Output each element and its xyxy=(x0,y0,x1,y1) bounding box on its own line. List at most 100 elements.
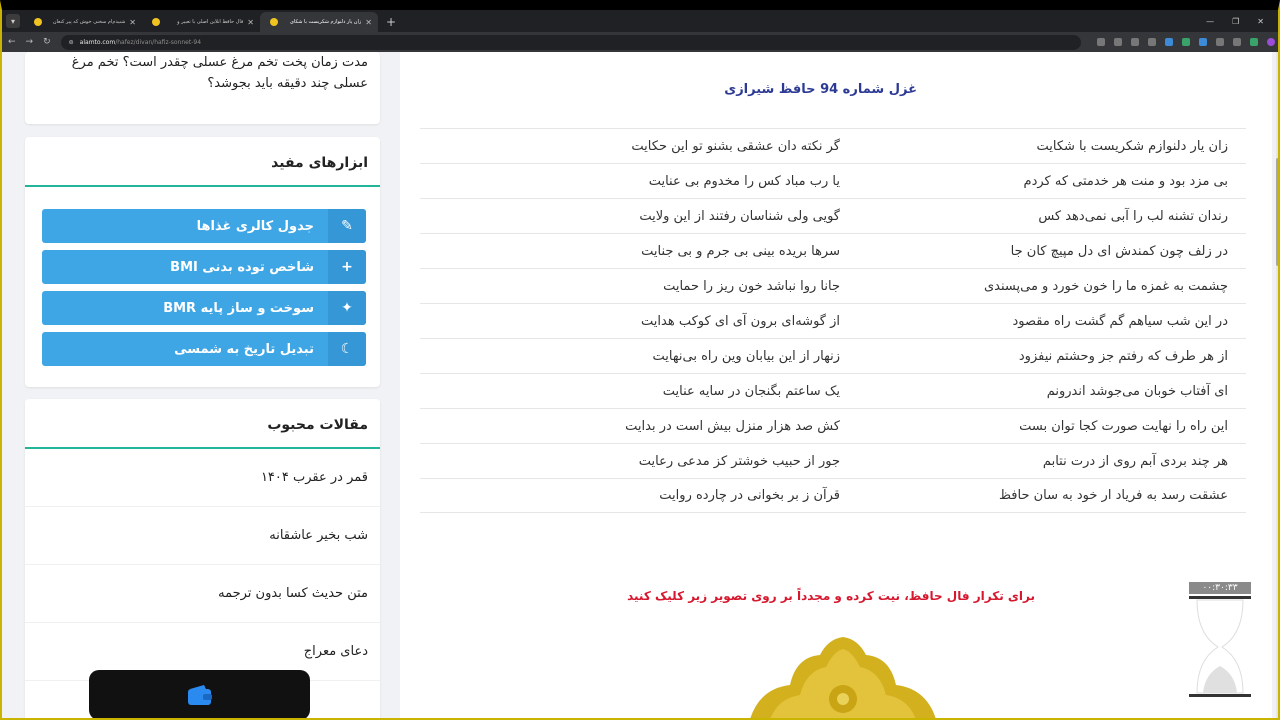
bookmark-star-icon[interactable] xyxy=(1130,38,1139,46)
poem-title: غزل شماره 94 حافظ شیرازی xyxy=(724,82,917,97)
tab-title: زان یار دلنوازم شکریست با شکای xyxy=(290,19,362,25)
second-hemistich: سرها بریده بینی بی جرم و بی جنایت xyxy=(641,243,840,259)
address-bar[interactable]: ⊜ alamto.com/hafez/divan/hafiz-sonnet-94 xyxy=(60,34,1081,50)
maximize-icon[interactable]: ❐ xyxy=(1232,17,1239,26)
verse-row: از هر طرف که رفتم جز وحشتم نیفزود زنهار ا… xyxy=(420,338,1246,373)
favicon-icon xyxy=(152,18,160,26)
title-divider xyxy=(25,185,380,187)
poem-verses: زان یار دلنوازم شکریست با شکایت گر نکته د… xyxy=(420,128,1246,513)
translate-icon[interactable] xyxy=(1096,38,1105,46)
verse-row: رندان تشنه لب را آبی نمی‌دهد کس گویی ولی … xyxy=(420,198,1246,233)
first-hemistich: از هر طرف که رفتم جز وحشتم نیفزود xyxy=(1018,348,1228,364)
tool-label: تبدیل تاریخ به شمسی xyxy=(174,341,314,357)
timer-label: ۰۰:۳۰:۳۳ xyxy=(1189,582,1251,594)
first-hemistich: این راه را نهایت صورت کجا توان بست xyxy=(1019,418,1228,434)
browser-tab-2[interactable]: فال حافظ آنلاین اصلی با تعبیر و ✕ xyxy=(142,12,260,32)
second-hemistich: گر نکته دان عشقی بشنو تو این حکایت xyxy=(631,138,840,154)
verse-row: این راه را نهایت صورت کجا توان بست کش صد … xyxy=(420,408,1246,443)
favicon-icon xyxy=(34,18,42,26)
first-hemistich: رندان تشنه لب را آبی نمی‌دهد کس xyxy=(1038,208,1228,224)
close-tab-icon[interactable]: ✕ xyxy=(247,18,254,27)
tab-title: شنیدم‌ام سخنی خوش که پیر کنعان xyxy=(52,19,126,25)
scrollbar-thumb[interactable] xyxy=(1276,158,1280,266)
tools-title: ابزارهای مفید xyxy=(271,155,368,171)
first-hemistich: چشمت به غمزه ما را خون خورد و می‌پسندی xyxy=(983,278,1228,294)
useful-tools-card: ابزارهای مفید ✎ جدول کالری غذاها + شاخص … xyxy=(25,137,380,387)
extension-icon[interactable] xyxy=(1147,38,1156,46)
browser-tab-3-active[interactable]: زان یار دلنوازم شکریست با شکای ✕ xyxy=(260,12,378,32)
repeat-instruction: برای تکرار فال حافظ، نیت کرده و مجدداً ب… xyxy=(627,589,1035,603)
zoom-icon[interactable] xyxy=(1113,38,1122,46)
url-host: alamto.com xyxy=(79,38,116,46)
verse-row: ای آفتاب خوبان می‌جوشد اندرونم یک ساعتم ب… xyxy=(420,373,1246,408)
second-hemistich: جور از حبیب خوشتر کز مدعی رعایت xyxy=(638,453,840,469)
favicon-icon xyxy=(270,18,278,26)
web-page: مدت زمان پخت تخم مرغ عسلی چقدر است؟ تخم … xyxy=(2,52,1276,718)
wallet-icon[interactable] xyxy=(187,684,213,706)
sidebar-icon[interactable] xyxy=(1232,38,1241,46)
window-controls: — ❐ ✕ xyxy=(1206,17,1278,32)
minimize-icon[interactable]: — xyxy=(1206,17,1214,26)
hourglass-timer: ۰۰:۳۰:۳۳ xyxy=(1189,582,1251,700)
popular-title: مقالات محبوب xyxy=(267,417,368,433)
tool-label: شاخص توده بدنی BMI xyxy=(170,259,314,275)
tool-label: جدول کالری غذاها xyxy=(196,218,314,234)
first-hemistich: زان یار دلنوازم شکریست با شکایت xyxy=(1036,138,1228,154)
url-path: /hafez/divan/hafiz-sonnet-94 xyxy=(115,38,202,46)
first-hemistich: بی مزد بود و منت هر خدمتی که کردم xyxy=(1023,173,1228,189)
extension-icon[interactable] xyxy=(1198,38,1207,46)
puzzle-icon[interactable] xyxy=(1215,38,1224,46)
extension-icon[interactable] xyxy=(1181,38,1190,46)
popular-article-link[interactable]: متن حدیث کسا بدون ترجمه xyxy=(25,565,380,623)
second-hemistich: جانا روا نباشد خون ریز را حمایت xyxy=(663,278,840,294)
first-hemistich: در زلف چون کمندش ای دل مپیچ کان جا xyxy=(1010,243,1228,259)
calorie-table-button[interactable]: ✎ جدول کالری غذاها xyxy=(42,209,366,243)
second-hemistich: یک ساعتم بگنجان در سایه عنایت xyxy=(662,383,840,399)
pencil-icon: ✎ xyxy=(328,209,366,243)
poem-content: غزل شماره 94 حافظ شیرازی زان یار دلنوازم… xyxy=(400,52,1272,718)
first-hemistich: هر چند بردی آبم روی از درت نتابم xyxy=(1042,453,1228,469)
browser-tab-strip: ▾ شنیدم‌ام سخنی خوش که پیر کنعان ✕ فال ح… xyxy=(2,10,1278,32)
page-scrollbar[interactable] xyxy=(1276,52,1280,718)
new-tab-icon[interactable]: + xyxy=(386,15,396,29)
verse-row: در این شب سیاهم گم گشت راه مقصود از گوشه‌… xyxy=(420,303,1246,338)
second-hemistich: یا رب مباد کس را مخدوم بی عنایت xyxy=(648,173,840,189)
close-tab-icon[interactable]: ✕ xyxy=(129,18,136,27)
tab-title: فال حافظ آنلاین اصلی با تعبیر و xyxy=(177,19,244,25)
bmr-button[interactable]: ✦ سوخت و ساز پایه BMR xyxy=(42,291,366,325)
verse-row: عشقت رسد به فریاد ار خود به سان حافظ قرآن… xyxy=(420,478,1246,513)
extension-icon[interactable] xyxy=(1249,38,1258,46)
date-converter-button[interactable]: ☾ تبدیل تاریخ به شمسی xyxy=(42,332,366,366)
reload-icon[interactable]: ↻ xyxy=(43,37,51,47)
extension-icon[interactable] xyxy=(1164,38,1173,46)
browser-toolbar: ← → ↻ ⊜ alamto.com/hafez/divan/hafiz-son… xyxy=(2,32,1278,52)
close-window-icon[interactable]: ✕ xyxy=(1257,17,1264,26)
moon-icon: ☾ xyxy=(328,332,366,366)
second-hemistich: از گوشه‌ای برون آی ای کوکب هدایت xyxy=(641,313,840,329)
related-article-card[interactable]: مدت زمان پخت تخم مرغ عسلی چقدر است؟ تخم … xyxy=(25,52,380,124)
tab-search-icon[interactable]: ▾ xyxy=(6,14,20,28)
popular-article-link[interactable]: قمر در عقرب ۱۴۰۴ xyxy=(25,449,380,507)
profile-avatar[interactable] xyxy=(1266,38,1275,46)
site-info-icon[interactable]: ⊜ xyxy=(69,39,74,46)
verse-row: چشمت به غمزه ما را خون خورد و می‌پسندی جا… xyxy=(420,268,1246,303)
second-hemistich: کش صد هزار منزل بیش است در بدایت xyxy=(625,418,840,434)
back-icon[interactable]: ← xyxy=(8,37,16,47)
wallet-popup[interactable] xyxy=(89,670,310,720)
first-hemistich: عشقت رسد به فریاد ار خود به سان حافظ xyxy=(998,488,1228,503)
popular-article-link[interactable]: شب بخیر عاشقانه xyxy=(25,507,380,565)
close-tab-icon[interactable]: ✕ xyxy=(365,18,372,27)
verse-row: زان یار دلنوازم شکریست با شکایت گر نکته د… xyxy=(420,128,1246,163)
related-article-text[interactable]: مدت زمان پخت تخم مرغ عسلی چقدر است؟ تخم … xyxy=(37,52,368,94)
hourglass-icon xyxy=(1189,596,1251,697)
extension-icons xyxy=(1096,38,1280,46)
verse-row: هر چند بردی آبم روی از درت نتابم جور از ح… xyxy=(420,443,1246,478)
forward-icon[interactable]: → xyxy=(26,37,34,47)
browser-tab-1[interactable]: شنیدم‌ام سخنی خوش که پیر کنعان ✕ xyxy=(24,12,142,32)
plus-icon: + xyxy=(328,250,366,284)
sparkle-icon: ✦ xyxy=(328,291,366,325)
bmi-button[interactable]: + شاخص توده بدنی BMI xyxy=(42,250,366,284)
second-hemistich: گویی ولی شناسان رفتند از این ولایت xyxy=(639,208,840,224)
verse-row: در زلف چون کمندش ای دل مپیچ کان جا سرها ب… xyxy=(420,233,1246,268)
hafez-emblem-image[interactable] xyxy=(748,637,938,718)
